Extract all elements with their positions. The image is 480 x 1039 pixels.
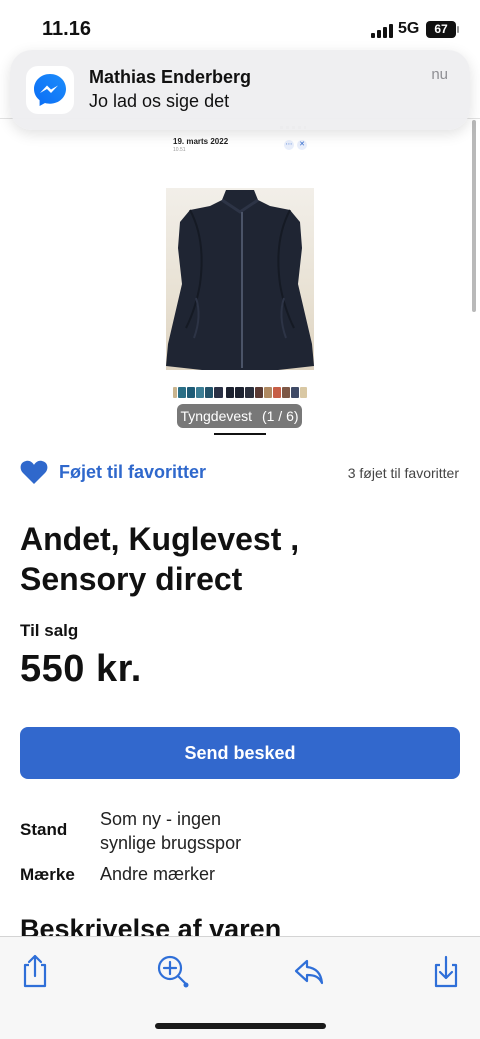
reply-icon[interactable]: [294, 953, 324, 989]
scrollbar[interactable]: [472, 120, 476, 312]
clock: 11.16: [42, 18, 91, 40]
listing-page: 19. marts 2022 10.51 ⋯ ✕ Tyngdevest (1 /…: [0, 0, 480, 936]
share-icon[interactable]: [20, 953, 50, 989]
price: 550 kr.: [20, 648, 142, 690]
image-indicator: [214, 433, 266, 435]
image-counter: (1 / 6): [261, 408, 299, 424]
photo-close-icon: ✕: [297, 140, 307, 150]
listing-title-line2: Sensory direct: [20, 561, 243, 597]
product-photo[interactable]: [166, 188, 314, 370]
battery-level: 67: [434, 22, 448, 36]
messenger-icon: [26, 66, 74, 114]
brand-label: Mærke: [20, 865, 75, 884]
listing-title: Andet, Kuglevest , Sensory direct: [20, 519, 460, 599]
send-message-button[interactable]: Send besked: [20, 727, 460, 779]
battery-icon: 67: [426, 21, 459, 38]
condition-value-line2: synlige brugsspor: [100, 833, 242, 853]
thumbnail-strip[interactable]: [173, 387, 307, 398]
favorite-toggle[interactable]: Føjet til favoritter: [59, 462, 206, 483]
description-title: Beskrivelse af varen: [20, 914, 282, 936]
status-bar: 11.16 5G 67: [0, 0, 480, 50]
favorite-count: 3 føjet til favoritter: [347, 465, 459, 481]
download-icon[interactable]: [431, 953, 461, 989]
notification-message: Jo lad os sige det: [89, 91, 230, 111]
notification-time: nu: [431, 66, 448, 83]
messenger-logo: [34, 74, 66, 106]
network-type: 5G: [398, 20, 420, 37]
zoom-in-icon[interactable]: [155, 953, 191, 989]
notification-banner[interactable]: Mathias Enderberg Jo lad os sige det nu: [10, 50, 470, 130]
condition-value-line1: Som ny - ingen: [100, 809, 222, 829]
notification-sender: Mathias Enderberg: [89, 67, 252, 87]
brand-value: Andre mærker: [100, 864, 216, 884]
home-indicator[interactable]: [155, 1023, 326, 1029]
photo-more-icon: ⋯: [284, 140, 294, 150]
vest-image: [166, 190, 314, 370]
condition-label: Stand: [20, 820, 68, 839]
listing-title-line1: Andet, Kuglevest ,: [20, 521, 300, 557]
heart-icon[interactable]: [20, 459, 48, 485]
photo-date: 19. marts 2022: [173, 137, 229, 146]
sale-type: Til salg: [20, 621, 79, 640]
signal-icon: [371, 24, 393, 38]
condition-value: Som ny - ingen synlige brugsspor: [100, 807, 300, 855]
image-name: Tyngdevest: [180, 408, 253, 424]
image-caption: Tyngdevest (1 / 6): [177, 404, 302, 428]
photo-subtime: 10.51: [173, 147, 186, 153]
